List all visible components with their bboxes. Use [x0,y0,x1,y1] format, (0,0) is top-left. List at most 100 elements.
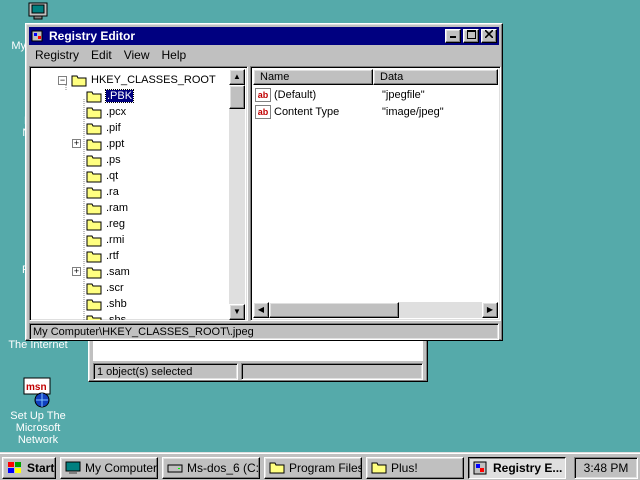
minimize-button[interactable] [445,29,461,43]
status-bar: My Computer\HKEY_CLASSES_ROOT\.jpeg [29,323,499,340]
start-label: Start [27,461,55,475]
title-bar[interactable]: Registry Editor [29,27,499,45]
maximize-button[interactable] [463,29,479,43]
value-row[interactable]: ab (Default) "jpegfile" [255,87,425,103]
tree-item[interactable]: .qt [86,168,118,184]
key-tree-pane[interactable]: − HKEY_CLASSES_ROOT .PBK .pcx .pif + .ppt .ps… [29,66,248,321]
start-button[interactable]: Start [2,457,56,479]
value-name: (Default) [274,89,317,101]
folder-icon [86,203,102,214]
taskbar-button-label: Ms-dos_6 (C:) [187,461,260,475]
taskbar-button-label: Plus! [391,461,418,475]
folder-icon [86,299,102,310]
tree-root[interactable]: − HKEY_CLASSES_ROOT [58,72,216,88]
column-header-data[interactable]: Data [373,69,498,85]
tree-item-label: .reg [106,218,125,230]
folder-icon [86,139,102,150]
windows-logo-icon [8,462,21,473]
value-list-pane[interactable]: Name Data ab (Default) "jpegfile" ab Con… [250,66,501,321]
tree-item-label: .shb [106,298,127,310]
desktop-icon-msn[interactable]: msn Set Up The Microsoft Network [1,376,75,446]
scroll-left-button[interactable]: ◀ [253,302,269,318]
folder-icon [371,462,387,474]
folder-icon [269,462,285,474]
close-button[interactable] [481,29,497,43]
menu-bar: Registry Edit View Help [29,46,499,64]
folder-icon [86,267,102,278]
string-value-icon: ab [255,105,271,119]
tree-item-label: .pif [106,122,121,134]
menu-help[interactable]: Help [156,48,193,62]
tree-item[interactable]: .ra [86,184,119,200]
tree-item[interactable]: .pcx [86,104,126,120]
tree-item-label: .rmi [106,234,125,246]
maximize-icon [466,30,476,39]
tree-item-label: .shs [106,314,127,321]
tree-item[interactable]: .rmi [86,232,124,248]
tree-item[interactable]: .pif [86,120,121,136]
scroll-right-button[interactable]: ▶ [482,302,498,318]
tree-item[interactable]: .reg [86,216,125,232]
tree-item[interactable]: .ps [86,152,121,168]
explorer-content [93,341,423,361]
folder-icon [86,91,102,102]
folder-icon [86,283,102,294]
taskbar-program-files[interactable]: Program Files [264,457,362,479]
value-data: "jpegfile" [382,89,425,101]
tree-item[interactable]: .rtf [86,248,119,264]
list-header: Name Data [253,69,498,85]
expand-icon[interactable]: + [72,139,81,148]
tree-vertical-scrollbar[interactable]: ▲ ▼ [229,69,245,320]
folder-icon [86,155,102,166]
status-path: My Computer\HKEY_CLASSES_ROOT\.jpeg [33,326,254,338]
my-computer-icon[interactable] [28,2,48,20]
list-horizontal-scrollbar[interactable]: ◀ ▶ [253,302,498,318]
taskbar-button-label: My Computer [85,461,158,475]
scroll-down-button[interactable]: ▼ [229,304,245,320]
tree-item[interactable]: .ram [86,200,128,216]
expand-icon[interactable]: + [72,267,81,276]
menu-edit[interactable]: Edit [85,48,118,62]
svg-text:msn: msn [26,382,47,393]
tree-item[interactable]: .shs [86,312,127,321]
tree-item[interactable]: .PBK [86,88,135,104]
msn-icon: msn [23,377,51,408]
taskbar-registry-editor[interactable]: Registry E... [468,457,566,479]
tree-item-label: .scr [106,282,124,294]
menu-view[interactable]: View [118,48,156,62]
tree-item[interactable]: .shb [86,296,127,312]
taskbar-ms-dos-drive[interactable]: Ms-dos_6 (C:) [162,457,260,479]
collapse-icon[interactable]: − [58,75,67,85]
menu-registry[interactable]: Registry [29,48,85,62]
system-clock[interactable]: 3:48 PM [574,457,638,479]
folder-icon [86,219,102,230]
tree-item-label: .sam [106,266,130,278]
folder-icon [86,187,102,198]
column-header-name[interactable]: Name [253,69,373,85]
folder-icon [86,315,102,320]
hscroll-thumb[interactable] [269,302,399,318]
folder-open-icon [71,75,87,86]
tree-item-label: .ram [106,202,128,214]
close-icon [484,29,494,39]
tree-item-label: .ps [106,154,121,166]
computer-icon [65,461,81,474]
tree-item-label: .rtf [106,250,119,262]
tree-item[interactable]: + .ppt [72,136,124,152]
tree-root-label: HKEY_CLASSES_ROOT [91,74,216,86]
taskbar-plus[interactable]: Plus! [366,457,464,479]
value-data: "image/jpeg" [382,106,444,118]
tree-item-label: .ra [106,186,119,198]
tree-item[interactable]: + .sam [72,264,130,280]
value-row[interactable]: ab Content Type "image/jpeg" [255,104,444,120]
folder-icon [86,123,102,134]
taskbar: Start My Computer Ms-dos_6 (C:) Program … [0,452,640,480]
registry-editor-window[interactable]: Registry Editor Registry Edit View Help … [25,23,503,341]
tree-item[interactable]: .scr [86,280,124,296]
regedit-icon [473,461,487,475]
folder-icon [86,107,102,118]
scroll-thumb[interactable] [229,85,245,109]
taskbar-my-computer[interactable]: My Computer [60,457,158,479]
drive-icon [167,464,183,473]
scroll-up-button[interactable]: ▲ [229,69,245,85]
